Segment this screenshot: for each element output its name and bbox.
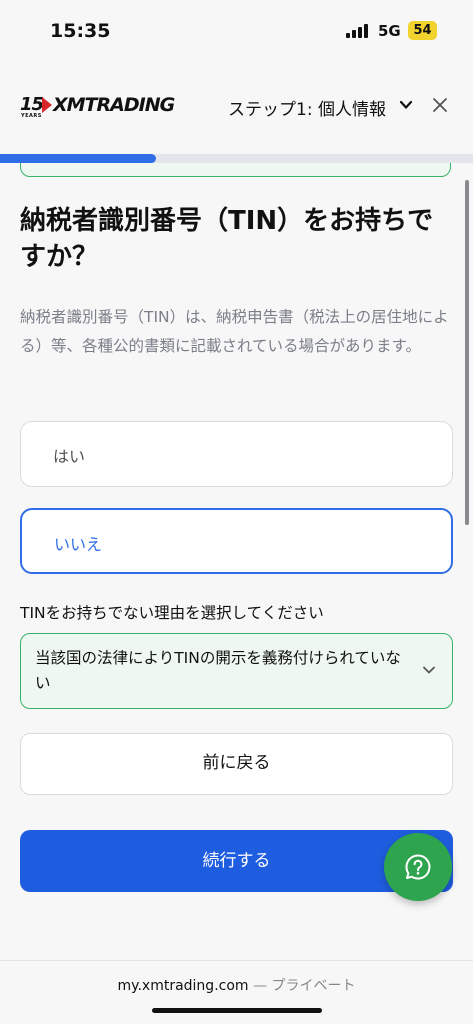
signal-icon: [346, 24, 370, 38]
reason-label: TINをお持ちでない理由を選択してください: [20, 604, 324, 622]
form-content: 納税者識別番号（TIN）をお持ちですか？ 納税者識別番号（TIN）は、納税申告書…: [0, 163, 473, 960]
logo-text: XMTRADING: [53, 94, 175, 116]
reason-select[interactable]: 当該国の法律によりTINの開示を義務付けられていない: [20, 633, 453, 709]
question-title: 納税者識別番号（TIN）をお持ちですか？: [20, 206, 434, 272]
step-title[interactable]: ステップ1: 個人情報: [228, 95, 386, 120]
help-question-icon: [405, 854, 431, 880]
option-yes[interactable]: はい: [20, 421, 453, 487]
private-mode-label: プライベート: [271, 978, 356, 994]
url-domain: my.xmtrading.com: [117, 978, 249, 994]
logo-years: YEARS: [21, 113, 42, 119]
status-time: 15:35: [50, 20, 111, 42]
question-description: 納税者識別番号（TIN）は、納税申告書（税法上の居住地による）等、各種公的書類に…: [20, 308, 449, 355]
back-button[interactable]: 前に戻る: [20, 733, 453, 795]
close-icon[interactable]: [432, 97, 448, 113]
progress-fill: [0, 154, 157, 163]
logo-number: 15: [20, 94, 44, 115]
option-label: いいえ: [54, 535, 103, 554]
previous-field-card: [20, 163, 451, 177]
home-indicator[interactable]: [152, 1008, 322, 1013]
url-separator: —: [248, 978, 272, 994]
help-button[interactable]: [384, 833, 452, 901]
progress-bar: [0, 154, 473, 163]
option-no[interactable]: いいえ: [20, 508, 453, 574]
battery-icon: 54: [408, 21, 437, 40]
scrollbar[interactable]: [465, 180, 469, 525]
chevron-down-icon[interactable]: [399, 98, 413, 112]
network-label: 5G: [378, 22, 401, 40]
chevron-down-icon: [423, 666, 435, 674]
status-bar: 15:35 5G 54: [0, 0, 473, 62]
browser-bar: my.xmtrading.com — プライベート: [0, 960, 473, 1024]
header: 15 YEARS XMTRADING ステップ1: 個人情報: [0, 78, 473, 134]
option-label: はい: [53, 447, 86, 466]
logo-flag-icon: [42, 97, 52, 113]
xmtrading-logo[interactable]: 15 YEARS XMTRADING: [20, 92, 190, 120]
address-bar[interactable]: my.xmtrading.com — プライベート: [0, 975, 473, 995]
reason-selected-value: 当該国の法律によりTINの開示を義務付けられていない: [35, 649, 401, 692]
